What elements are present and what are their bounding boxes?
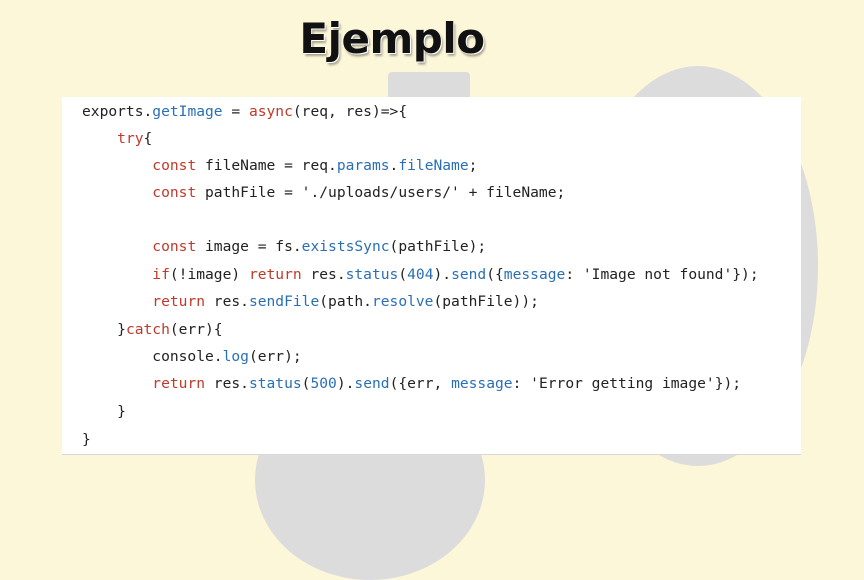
code-token: (req, res)=>{ (292, 103, 408, 120)
code-token: res. (301, 266, 346, 283)
code-token: ( (398, 266, 408, 283)
code-token: try (117, 130, 144, 147)
code-token: res. (205, 375, 249, 392)
code-token: } (82, 321, 126, 338)
code-token: const (152, 238, 197, 255)
code-token: image = fs. (196, 238, 302, 255)
code-token: const (152, 184, 197, 201)
code-line: } (82, 428, 91, 452)
code-token: (pathFile)); (433, 293, 539, 310)
code-token: log (222, 348, 249, 365)
code-token: } (82, 431, 91, 448)
code-line: exports.getImage = async(req, res)=>{ (82, 100, 407, 124)
code-token: ({err, (389, 375, 452, 392)
code-line: const pathFile = './uploads/users/' + fi… (82, 181, 565, 205)
code-token: pathFile = (196, 184, 302, 201)
code-token: (path. (319, 293, 372, 310)
code-token: 'Image not found' (582, 266, 733, 283)
code-line: const fileName = req.params.fileName; (82, 154, 477, 178)
code-token: : (512, 375, 531, 392)
code-line: try{ (82, 127, 152, 151)
code-token: (err){ (169, 321, 223, 338)
code-token: fileName (398, 157, 469, 174)
code-token: status (345, 266, 399, 283)
code-token: resolve (371, 293, 434, 310)
code-token: ({ (486, 266, 504, 283)
code-line: console.log(err); (82, 345, 302, 369)
code-token: }); (714, 375, 742, 392)
code-token: res. (205, 293, 249, 310)
code-token: (err); (248, 348, 302, 365)
code-token: 500 (310, 375, 337, 392)
code-token: console. (82, 348, 223, 365)
code-token: './uploads/users/' (301, 184, 460, 201)
code-token: params (336, 157, 390, 174)
code-token: getImage (152, 103, 223, 120)
code-block: exports.getImage = async(req, res)=>{ tr… (62, 97, 801, 455)
code-token: sendFile (248, 293, 320, 310)
code-token: + fileName; (459, 184, 566, 201)
code-token: if (152, 266, 170, 283)
code-token: send (354, 375, 390, 392)
code-token: = (222, 103, 249, 120)
code-line: }catch(err){ (82, 318, 223, 342)
code-token: : (565, 266, 583, 283)
code-token: send (451, 266, 487, 283)
code-token: return (152, 293, 206, 310)
code-line: } (82, 400, 126, 424)
code-token: }); (732, 266, 759, 283)
code-token: existsSync (301, 238, 390, 255)
code-token: const (152, 157, 197, 174)
code-token: } (82, 403, 126, 420)
code-token: exports. (82, 103, 153, 120)
code-token: return (248, 266, 302, 283)
code-token: ). (433, 266, 452, 283)
code-token: message (503, 266, 566, 283)
code-line: return res.status(500).send({err, messag… (82, 372, 741, 396)
code-token: async (248, 103, 293, 120)
code-token: fileName = req. (196, 157, 337, 174)
code-token: { (143, 130, 153, 147)
code-token: status (248, 375, 302, 392)
code-token: 404 (407, 266, 434, 283)
code-token: return (152, 375, 206, 392)
code-line: const image = fs.existsSync(pathFile); (82, 235, 486, 259)
code-token: (!image) (169, 266, 249, 283)
code-token: message (451, 375, 513, 392)
slide-title: Ejemplo (299, 14, 485, 63)
code-token: ). (336, 375, 355, 392)
code-token: catch (125, 321, 170, 338)
code-line: return res.sendFile(path.resolve(pathFil… (82, 290, 539, 314)
code-token: 'Error getting image' (530, 375, 715, 392)
code-line: if(!image) return res.status(404).send({… (82, 263, 759, 287)
code-token: (pathFile); (389, 238, 487, 255)
code-token: ; (468, 157, 478, 174)
